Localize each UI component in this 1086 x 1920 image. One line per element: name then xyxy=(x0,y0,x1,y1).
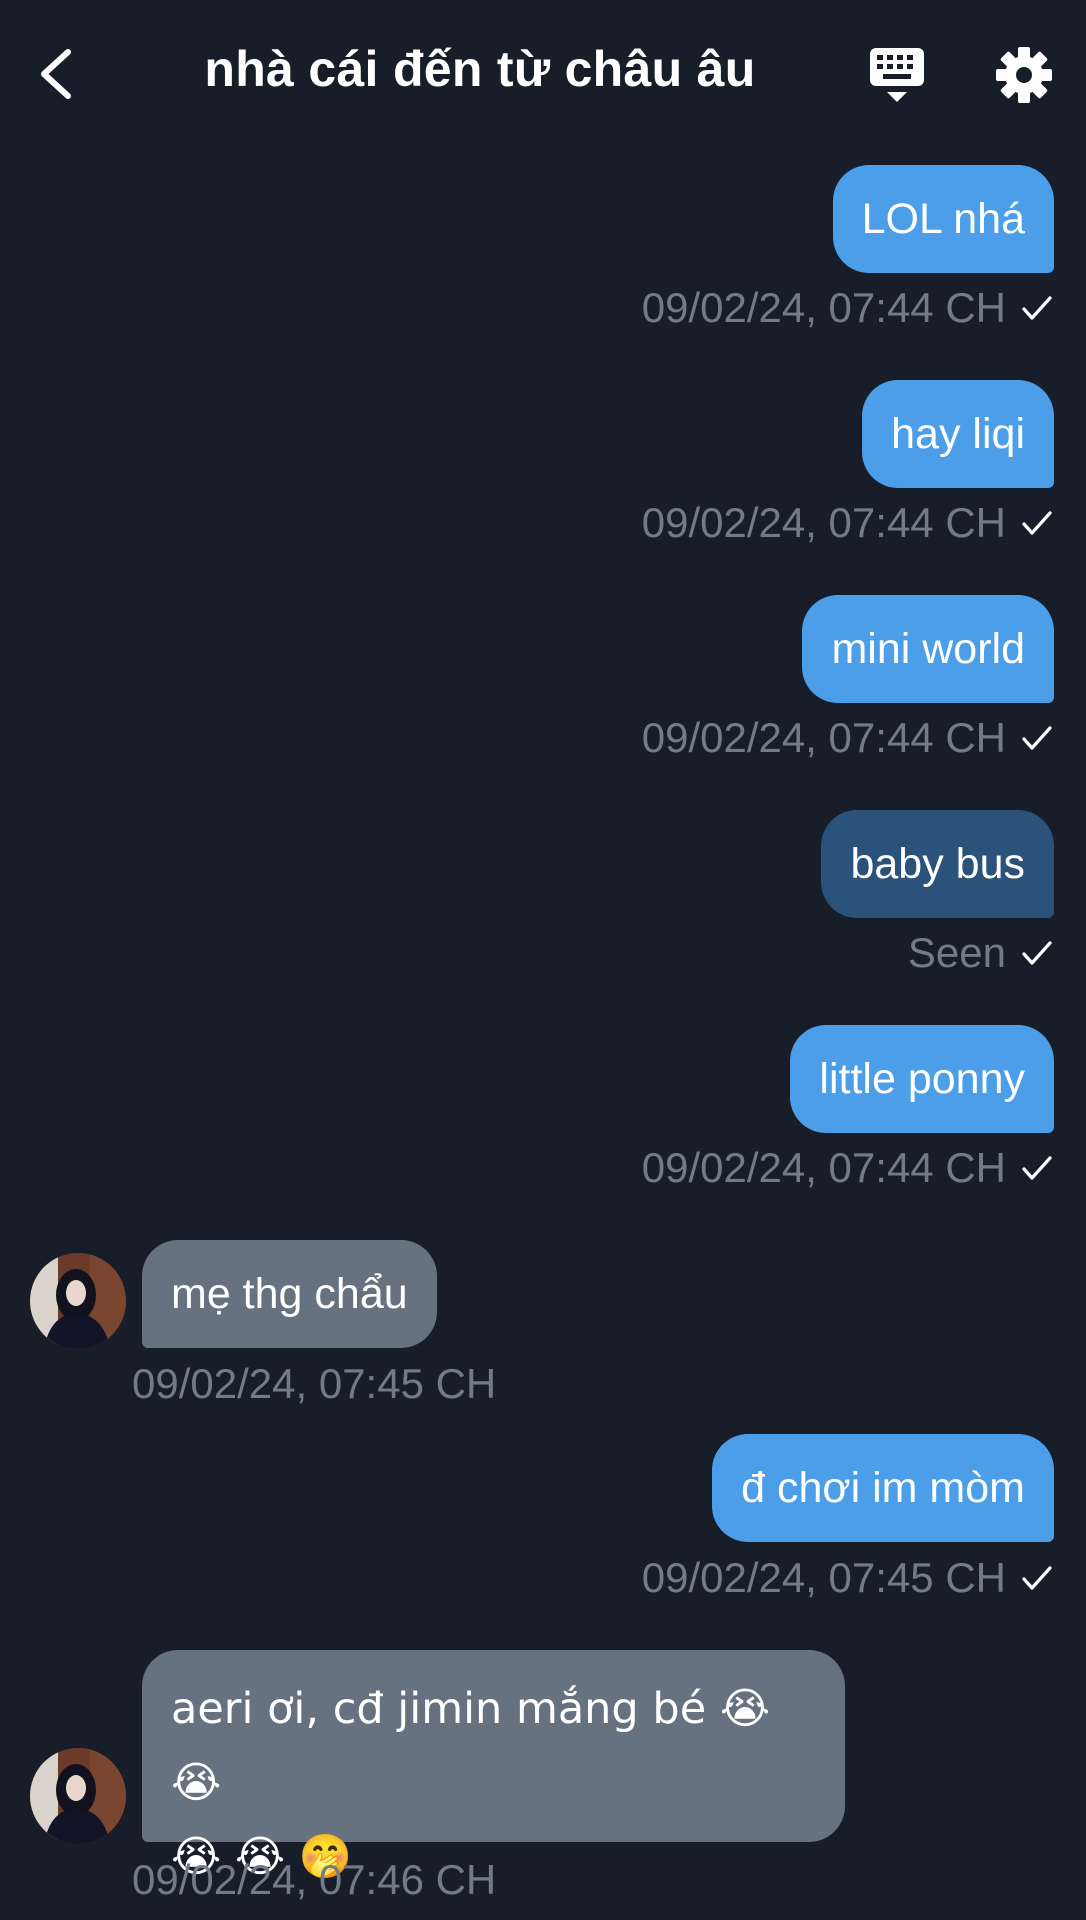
message-meta: 09/02/24, 07:44 CH xyxy=(642,280,1056,336)
message-bubble-outgoing[interactable]: đ chơi im mòm xyxy=(712,1434,1054,1542)
avatar-image xyxy=(30,1253,126,1349)
message-bubble-outgoing-seen[interactable]: baby bus xyxy=(821,810,1054,918)
seen-status: Seen xyxy=(907,929,1006,976)
settings-button[interactable] xyxy=(994,45,1054,105)
checkmark-icon xyxy=(1022,511,1052,535)
message-text-line: aeri ơi, cđ jimin mắng bé 😭 😭 xyxy=(171,1684,771,1808)
checkmark-icon xyxy=(1022,941,1052,965)
keyboard-button[interactable] xyxy=(868,46,926,104)
message-meta: 09/02/24, 07:44 CH xyxy=(642,495,1056,551)
keyboard-icon xyxy=(870,48,924,102)
chevron-left-icon xyxy=(41,49,71,99)
avatar-image xyxy=(30,1748,126,1844)
message-bubble-outgoing[interactable]: hay liqi xyxy=(862,380,1054,488)
avatar[interactable] xyxy=(30,1253,126,1349)
message-bubble-outgoing[interactable]: LOL nhá xyxy=(832,165,1054,273)
timestamp: 09/02/24, 07:44 CH xyxy=(641,499,1006,546)
back-button[interactable] xyxy=(34,44,84,104)
timestamp: 09/02/24, 07:44 CH xyxy=(641,714,1006,761)
chat-header: nhà cái đến từ châu âu xyxy=(0,0,1086,150)
chat-title: nhà cái đến từ châu âu xyxy=(204,41,756,97)
checkmark-icon xyxy=(1022,726,1052,750)
message-meta: 09/02/24, 07:44 CH xyxy=(642,710,1056,766)
message-meta: 09/02/24, 07:45 CH xyxy=(642,1550,1056,1606)
checkmark-icon xyxy=(1022,1566,1052,1590)
message-bubble-outgoing[interactable]: mini world xyxy=(802,595,1054,703)
timestamp: 09/02/24, 07:44 CH xyxy=(641,1144,1006,1191)
timestamp: 09/02/24, 07:44 CH xyxy=(641,284,1006,331)
timestamp: 09/02/24, 07:46 CH xyxy=(132,1856,497,1903)
message-meta: Seen xyxy=(908,925,1056,981)
checkmark-icon xyxy=(1022,1156,1052,1180)
timestamp: 09/02/24, 07:45 CH xyxy=(641,1554,1006,1601)
message-bubble-outgoing[interactable]: little ponny xyxy=(790,1025,1054,1133)
message-bubble-incoming[interactable]: aeri ơi, cđ jimin mắng bé 😭 😭 😭 😭 🤭 xyxy=(142,1650,845,1882)
gear-icon xyxy=(996,47,1052,103)
checkmark-icon xyxy=(1022,296,1052,320)
timestamp: 09/02/24, 07:45 CH xyxy=(132,1360,497,1407)
message-bubble-incoming[interactable]: mẹ thg chẩu xyxy=(142,1240,437,1348)
message-meta: 09/02/24, 07:45 CH xyxy=(132,1356,496,1412)
message-meta: 09/02/24, 07:44 CH xyxy=(642,1140,1056,1196)
message-meta: 09/02/24, 07:46 CH xyxy=(132,1852,496,1908)
avatar[interactable] xyxy=(30,1748,126,1844)
